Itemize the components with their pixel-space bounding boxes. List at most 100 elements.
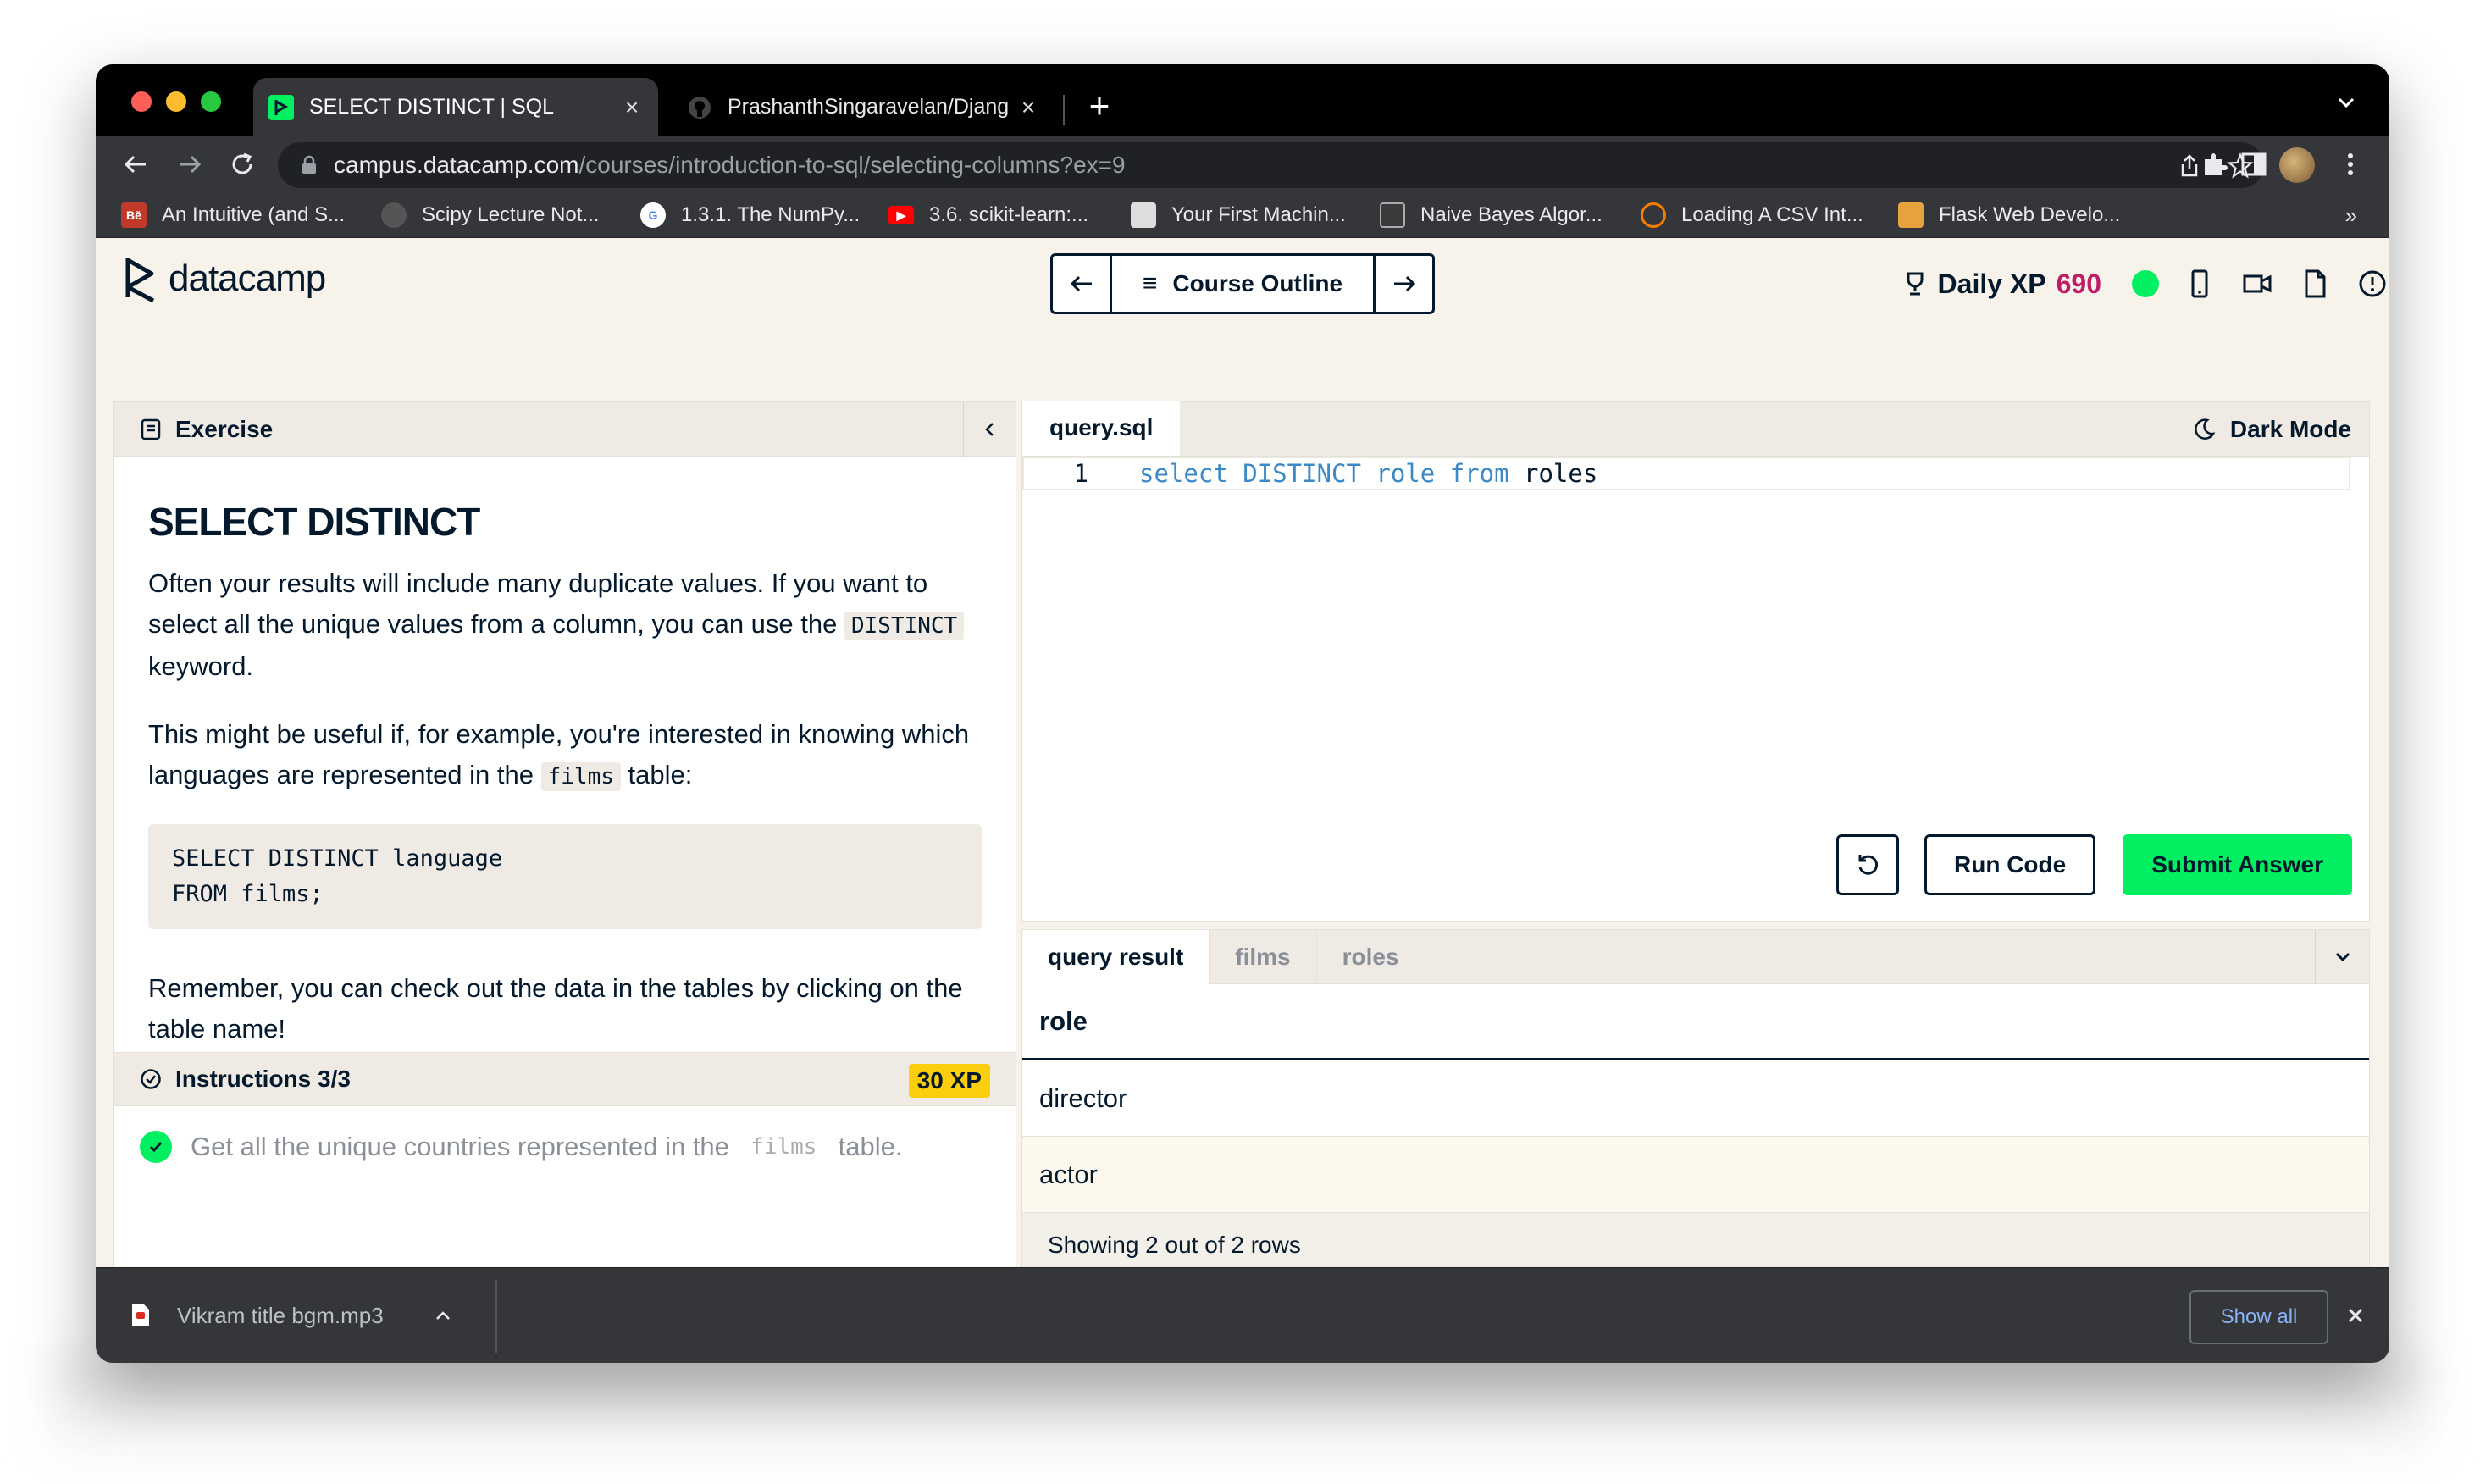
address-bar[interactable]: campus.datacamp.com/courses/introduction… [278, 142, 2264, 188]
reset-code-button[interactable] [1836, 834, 1899, 895]
chevron-down-icon [2335, 952, 2350, 962]
menu-icon: ≡ [1142, 269, 1158, 297]
bookmark-item[interactable]: Scipy Lecture Not... [381, 201, 599, 230]
code-editor-panel: query.sql Dark Mode 1 select DISTINCT ro… [1021, 401, 2370, 922]
inline-code: films [540, 762, 621, 791]
bookmark-item[interactable]: ▶ 3.6. scikit-learn:... [888, 201, 1088, 230]
xp-badge: 30 XP [908, 1064, 990, 1098]
table-row: actor [1022, 1137, 2369, 1213]
close-tab-icon[interactable]: × [621, 94, 643, 121]
minimize-window-button[interactable] [166, 91, 186, 112]
show-all-downloads-button[interactable]: Show all [2189, 1290, 2328, 1344]
datacamp-page: datacamp ≡ Course Outline Daily XP 690 E… [96, 238, 2389, 1306]
submit-answer-button[interactable]: Submit Answer [2123, 834, 2352, 895]
youtube-icon: ▶ [888, 206, 914, 224]
video-icon[interactable] [2240, 267, 2274, 301]
inline-code: films [750, 1134, 817, 1160]
behance-icon: Bē [121, 202, 147, 228]
run-code-button[interactable]: Run Code [1924, 834, 2096, 895]
editor-tabs: query.sql [1022, 401, 2369, 457]
book-icon [1898, 202, 1924, 228]
close-icon[interactable] [2340, 1300, 2371, 1331]
bookmark-item[interactable]: Loading A CSV Int... [1641, 201, 1863, 230]
bookmark-item[interactable]: Flask Web Develo... [1898, 201, 2120, 230]
next-exercise-button[interactable] [1373, 256, 1432, 312]
bookmark-item[interactable]: Bē An Intuitive (and S... [121, 201, 345, 230]
line-number: 1 [1073, 459, 1088, 488]
reset-icon [1858, 855, 1879, 875]
datacamp-favicon-icon [268, 94, 294, 120]
tab-select-distinct[interactable]: SELECT DISTINCT | SQL × [253, 78, 658, 136]
chevron-up-icon[interactable] [433, 1305, 453, 1326]
tab-search-chevron-icon[interactable] [2332, 88, 2361, 117]
mobile-icon[interactable] [2183, 267, 2217, 301]
portrait-icon [1380, 202, 1405, 228]
scipy-icon [381, 202, 407, 228]
downloads-bar: Vikram title bgm.mp3 Show all [96, 1267, 2389, 1363]
window-shadow [51, 1355, 2429, 1474]
header-actions: Daily XP 690 [1901, 260, 2389, 307]
browser-toolbar: campus.datacamp.com/courses/introduction… [96, 136, 2389, 192]
bookmarks-overflow-button[interactable]: » [2345, 202, 2357, 229]
tab-divider [1063, 95, 1065, 125]
tab-title: PrashanthSingaravelan/Djang [728, 95, 1010, 119]
code-text[interactable]: select DISTINCT role from roles [1139, 459, 1597, 488]
tab-github[interactable]: PrashanthSingaravelan/Djang × [672, 78, 1055, 136]
datacamp-logo-icon [121, 253, 162, 304]
tab-title: SELECT DISTINCT | SQL [309, 95, 554, 119]
collapse-results-button[interactable] [2315, 930, 2369, 984]
status-indicator [2132, 270, 2159, 297]
dark-mode-toggle[interactable]: Dark Mode [2173, 402, 2369, 457]
inline-code: DISTINCT [844, 612, 965, 640]
github-icon [687, 95, 712, 120]
report-issue-icon[interactable] [2355, 267, 2389, 301]
back-arrow-icon[interactable] [118, 147, 153, 182]
course-outline-button[interactable]: ≡ Course Outline [1112, 256, 1373, 312]
profile-avatar[interactable] [2279, 147, 2315, 183]
instruction-task: Get all the unique countries represented… [140, 1131, 903, 1163]
tab-films[interactable]: films [1210, 930, 1317, 984]
exercise-paragraph: Remember, you can check out the data in … [148, 973, 963, 1044]
exercise-title: SELECT DISTINCT [148, 500, 480, 544]
exercise-panel-header: Exercise [114, 402, 1016, 457]
tab-roles[interactable]: roles [1317, 930, 1425, 984]
tab-strip: SELECT DISTINCT | SQL × PrashanthSingara… [96, 64, 2389, 136]
check-circle-icon [140, 1068, 162, 1090]
editor-actions: Run Code Submit Answer [1836, 834, 2352, 895]
instructions-header[interactable]: Instructions 3/3 30 XP [114, 1052, 1016, 1106]
datacamp-logo[interactable]: datacamp [121, 253, 326, 304]
exercise-content: SELECT DISTINCT Often your results will … [114, 457, 1016, 1049]
bookmark-item[interactable]: Naive Bayes Algor... [1380, 201, 1603, 230]
exercise-doc-icon [140, 418, 162, 440]
code-line[interactable]: 1 select DISTINCT role from roles [1022, 457, 2350, 490]
course-navigation: ≡ Course Outline [1050, 253, 1435, 314]
bookmark-item[interactable]: Your First Machin... [1131, 201, 1346, 230]
trophy-icon [1907, 272, 1924, 296]
extensions-puzzle-icon[interactable] [2200, 149, 2230, 180]
reload-icon[interactable] [224, 147, 260, 182]
forward-arrow-icon[interactable] [172, 147, 208, 182]
tab-query-result[interactable]: query result [1022, 930, 1210, 984]
arrow-left-icon [1070, 275, 1092, 292]
lock-icon [300, 155, 318, 175]
exercise-panel: Exercise SELECT DISTINCT Often your resu… [113, 401, 1016, 1271]
new-tab-button[interactable]: + [1078, 85, 1121, 127]
results-panel: query result films roles role director a… [1021, 929, 2370, 1277]
bookmarks-bar: Bē An Intuitive (and S... Scipy Lecture N… [96, 192, 2389, 238]
close-tab-icon[interactable]: × [1017, 94, 1039, 121]
download-item[interactable]: Vikram title bgm.mp3 [130, 1288, 494, 1343]
collapse-panel-button[interactable] [963, 402, 1016, 457]
side-panel-icon[interactable] [2239, 149, 2269, 180]
table-header: role [1022, 984, 2369, 1060]
results-tabs: query result films roles [1022, 930, 2369, 984]
browser-window: SELECT DISTINCT | SQL × PrashanthSingara… [96, 64, 2389, 1363]
slides-icon[interactable] [2298, 267, 2332, 301]
completed-check-icon [140, 1131, 172, 1163]
daily-xp[interactable]: Daily XP 690 [1901, 269, 2101, 300]
previous-exercise-button[interactable] [1053, 256, 1112, 312]
bookmark-item[interactable]: G 1.3.1. The NumPy... [640, 201, 860, 230]
tab-query-sql[interactable]: query.sql [1022, 401, 1181, 456]
kebab-menu-icon[interactable] [2335, 149, 2366, 180]
close-window-button[interactable] [131, 91, 152, 112]
zoom-window-button[interactable] [201, 91, 221, 112]
